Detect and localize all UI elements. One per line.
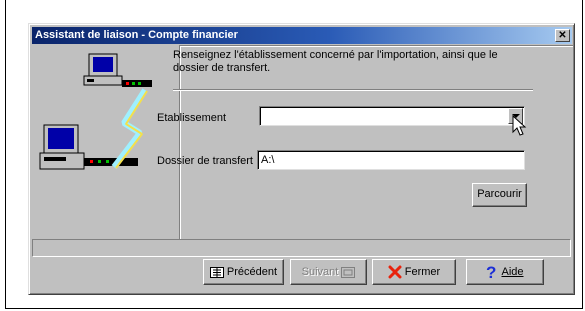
separator-line — [173, 89, 533, 91]
window-title: Assistant de liaison - Compte financier — [35, 29, 238, 41]
dossier-label: Dossier de transfert — [157, 155, 253, 167]
next-page-icon — [341, 266, 356, 278]
help-button[interactable]: ? Aide — [466, 259, 544, 285]
close-icon: ✕ — [558, 30, 567, 41]
help-label: Aide — [501, 266, 524, 278]
question-mark-icon: ? — [486, 264, 496, 280]
title-bar[interactable]: Assistant de liaison - Compte financier … — [32, 27, 572, 44]
svg-text:?: ? — [486, 264, 496, 280]
computer-top-icon — [83, 53, 152, 87]
red-x-icon — [388, 265, 402, 279]
etablissement-label: Etablissement — [157, 112, 227, 124]
previous-label: Précédent — [226, 266, 278, 278]
dossier-input[interactable]: A:\ — [257, 150, 525, 170]
dossier-value: A:\ — [261, 154, 275, 166]
status-bar — [32, 239, 571, 257]
next-label: Suivant — [301, 266, 339, 278]
previous-button[interactable]: Précédent — [203, 259, 284, 285]
previous-page-icon — [209, 266, 224, 278]
close-label: Fermer — [404, 266, 441, 278]
etablissement-combobox[interactable] — [259, 106, 525, 126]
browse-button[interactable]: Parcourir — [472, 183, 527, 207]
instruction-text: Renseignez l'établissement concerné par … — [173, 49, 498, 74]
mouse-pointer-icon — [512, 115, 527, 136]
close-button[interactable]: Fermer — [372, 259, 456, 285]
network-illustration — [39, 53, 152, 170]
title-close-button[interactable]: ✕ — [555, 29, 570, 42]
illustration-panel — [32, 45, 178, 239]
computer-bottom-icon — [39, 124, 138, 170]
next-button[interactable]: Suivant — [290, 259, 367, 285]
